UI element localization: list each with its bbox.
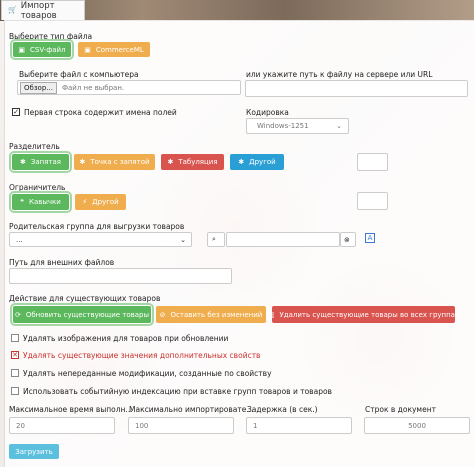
file-from-computer-label: Выберите файл с компьютера xyxy=(19,70,139,79)
rows-per-document-input[interactable]: 5000 xyxy=(364,417,470,434)
delimiter-tab-button[interactable]: ✱ Табуляция xyxy=(161,154,224,170)
import-panel: Выберите тип файла ▣ CSV-файл ▣ Commerce… xyxy=(4,20,474,467)
ban-icon: ⊘ xyxy=(159,310,166,319)
file-icon: ▣ xyxy=(18,45,26,54)
first-row-names-label: Первая строка содержит имена полей xyxy=(24,108,177,117)
delete-properties-label: Удалять существующие значения дополнител… xyxy=(23,351,261,360)
trash-icon: ▥ xyxy=(267,310,275,319)
rows-per-document-label: Строк в документ xyxy=(365,405,436,414)
enclosure-label: Ограничитель xyxy=(9,183,66,192)
server-path-label: или укажите путь к файлу на сервере или … xyxy=(246,70,433,79)
delete-modifications-checkbox[interactable] xyxy=(11,369,19,377)
existing-action-label: Действие для существующих товаров xyxy=(9,294,161,303)
delete-modifications-label: Удалять непереданные модификации, создан… xyxy=(23,369,272,378)
delete-properties-checkbox[interactable]: ✕ xyxy=(11,351,19,359)
leave-unchanged-button[interactable]: ⊘ Оставить без изменений xyxy=(156,306,266,323)
asterisk-icon: ✱ xyxy=(79,158,86,166)
clear-icon[interactable]: ⊗ xyxy=(340,232,356,247)
import-tab[interactable]: 🛒 Импорт товаров xyxy=(1,0,85,21)
file-upload-input[interactable]: Обзор... Файл не выбран. xyxy=(17,80,241,95)
delimiter-label: Разделитель xyxy=(9,142,60,151)
quote-icon: ❝ xyxy=(20,198,24,206)
server-path-input[interactable] xyxy=(245,80,468,97)
delete-images-checkbox[interactable] xyxy=(11,334,19,342)
search-icon[interactable]: ⌕ xyxy=(207,232,225,247)
max-import-input[interactable]: 100 xyxy=(128,417,234,434)
asterisk-icon: ✱ xyxy=(238,158,245,166)
file-type-label: Выберите тип файла xyxy=(9,32,93,41)
max-time-label: Максимальное время выполн... xyxy=(9,405,133,414)
cart-icon: 🛒 xyxy=(8,6,17,14)
delimiter-semicolon-button[interactable]: ✱ Точка с запятой xyxy=(74,154,155,170)
file-status: Файл не выбран. xyxy=(61,83,125,92)
file-icon: ▣ xyxy=(84,45,91,54)
chevron-down-icon: ⌄ xyxy=(180,235,186,244)
enclosure-custom-input[interactable] xyxy=(357,192,388,210)
parent-group-search-input[interactable] xyxy=(226,232,340,247)
asterisk-icon: ✱ xyxy=(19,158,26,166)
bolt-icon: ⚡ xyxy=(82,198,88,206)
encoding-label: Кодировка xyxy=(246,108,289,117)
csv-file-button[interactable]: ▣ CSV-файл xyxy=(10,39,74,60)
external-files-path-label: Путь для внешних файлов xyxy=(9,258,115,267)
event-indexing-label: Использовать событийную индексацию при в… xyxy=(23,387,332,396)
external-files-path-input[interactable] xyxy=(9,268,232,284)
delete-existing-button[interactable]: ▥ Удалить существующие товары во всех гр… xyxy=(268,306,459,323)
browse-button[interactable]: Обзор... xyxy=(20,81,57,94)
delay-input[interactable]: 1 xyxy=(246,417,352,434)
refresh-icon: ⟳ xyxy=(14,310,21,319)
enclosure-quotes-button[interactable]: ❝ Кавычки xyxy=(9,191,72,213)
max-import-label: Максимально импортировате... xyxy=(129,405,254,414)
delimiter-custom-input[interactable] xyxy=(357,153,388,171)
parent-group-label: Родительская группа для выгрузки товаров xyxy=(9,222,185,231)
font-icon[interactable]: A xyxy=(365,233,375,243)
max-time-input[interactable]: 20 xyxy=(9,417,115,434)
import-tab-title: Импорт товаров xyxy=(20,0,57,21)
chevron-down-icon: ⌄ xyxy=(336,122,342,130)
upload-button[interactable]: Загрузить xyxy=(9,444,59,459)
first-row-names-checkbox[interactable]: ✓ xyxy=(12,108,20,116)
delimiter-comma-button[interactable]: ✱ Запятая xyxy=(9,151,72,173)
parent-group-select[interactable]: ... ⌄ xyxy=(9,232,192,247)
asterisk-icon: ✱ xyxy=(167,158,174,166)
delete-images-label: Удалять изображения для товаров при обно… xyxy=(23,334,229,343)
commerceml-button[interactable]: ▣ CommerceML xyxy=(78,42,150,57)
update-existing-button[interactable]: ⟳ Обновить существующие товары xyxy=(10,303,154,326)
enclosure-other-button[interactable]: ⚡ Другой xyxy=(75,194,126,210)
delay-label: Задержка (в сек.) xyxy=(247,405,318,414)
encoding-select[interactable]: Windows-1251 ⌄ xyxy=(246,118,349,134)
event-indexing-checkbox[interactable] xyxy=(11,387,19,395)
delimiter-other-button[interactable]: ✱ Другой xyxy=(230,154,284,170)
